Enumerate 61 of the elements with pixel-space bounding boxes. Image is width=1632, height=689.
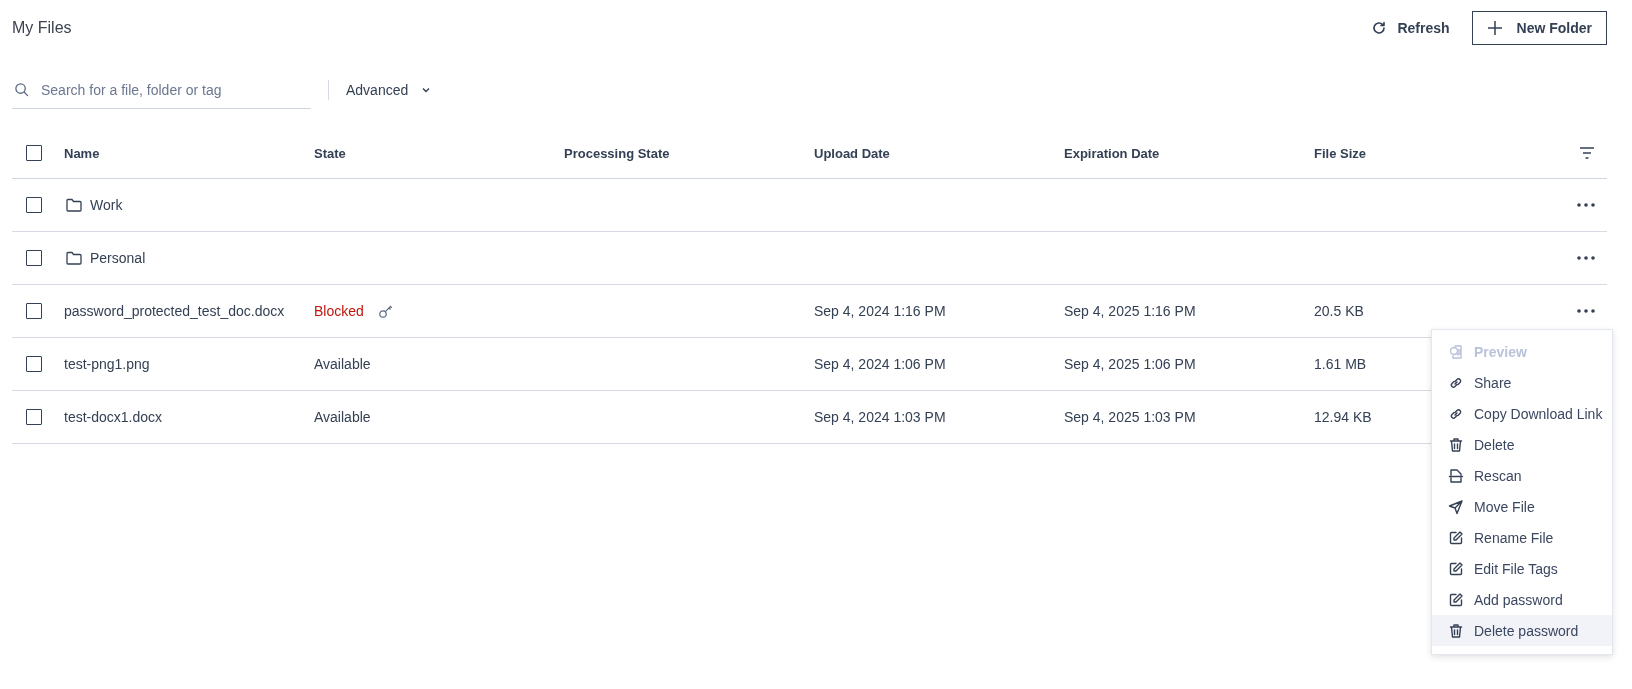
edit-icon: [1448, 529, 1464, 546]
file-name: test-png1.png: [64, 356, 150, 372]
new-folder-button[interactable]: New Folder: [1471, 10, 1607, 45]
file-name: test-docx1.docx: [64, 409, 163, 425]
column-header: Expiration Date: [1064, 145, 1160, 161]
edit-icon: [1448, 591, 1464, 608]
file-size: 1.61 MB: [1314, 356, 1367, 372]
search-field[interactable]: Search for a file, folder or tag: [12, 71, 311, 109]
expiration-date: Sep 4, 2025 1:03 PM: [1064, 409, 1196, 425]
expiration-date: Sep 4, 2025 1:16 PM: [1064, 303, 1196, 319]
trash-icon: [1448, 622, 1464, 639]
edit-icon: [1448, 560, 1464, 577]
row-checkbox[interactable]: [26, 356, 42, 372]
upload-date: Sep 4, 2024 1:06 PM: [814, 356, 946, 372]
file-name[interactable]: Work: [90, 197, 123, 213]
menu-item[interactable]: Rename File: [1432, 522, 1612, 553]
menu-item[interactable]: Copy Download Link: [1432, 398, 1612, 429]
column-header: File Size: [1314, 145, 1367, 161]
state-text: Blocked: [314, 303, 364, 319]
column-header: Name: [64, 145, 100, 161]
menu-item[interactable]: Delete password: [1432, 615, 1612, 646]
menu-item[interactable]: Add password: [1432, 584, 1612, 615]
row-checkbox[interactable]: [26, 250, 42, 266]
file-size: 20.5 KB: [1314, 303, 1364, 319]
scanner-icon: [1448, 467, 1464, 484]
menu-item[interactable]: Delete: [1432, 429, 1612, 460]
state-text: Available: [314, 409, 371, 425]
file-name: password_protected_test_doc.docx: [64, 303, 285, 319]
upload-date: Sep 4, 2024 1:16 PM: [814, 303, 946, 319]
more-options-icon[interactable]: [1577, 309, 1595, 313]
more-options-icon[interactable]: [1577, 203, 1595, 207]
search-icon: [14, 82, 29, 97]
row-checkbox[interactable]: [26, 197, 42, 213]
expiration-date: Sep 4, 2025 1:06 PM: [1064, 356, 1196, 372]
row-checkbox[interactable]: [26, 409, 42, 425]
file-size: 12.94 KB: [1314, 409, 1372, 425]
advanced-dropdown[interactable]: Advanced: [346, 82, 433, 98]
column-header: Processing State: [564, 145, 670, 161]
select-all-checkbox[interactable]: [26, 145, 42, 161]
menu-item[interactable]: Edit File Tags: [1432, 553, 1612, 584]
file-name[interactable]: Personal: [90, 250, 146, 266]
column-header: Upload Date: [814, 145, 890, 161]
more-options-icon[interactable]: [1577, 256, 1595, 260]
refresh-button[interactable]: Refresh: [1371, 13, 1450, 42]
key-icon: [377, 303, 394, 319]
row-checkbox[interactable]: [26, 303, 42, 319]
filter-icon[interactable]: [1579, 147, 1595, 159]
menu-item[interactable]: Rescan: [1432, 460, 1612, 491]
plus-icon: [1486, 19, 1503, 36]
folder-icon: [66, 198, 82, 212]
menu-item[interactable]: Share: [1432, 367, 1612, 398]
paper-plane-icon: [1448, 498, 1464, 515]
column-header: State: [314, 145, 346, 161]
page-title: My Files: [12, 18, 72, 37]
state-text: Available: [314, 356, 371, 372]
refresh-icon: [1371, 19, 1388, 36]
trash-icon: [1448, 436, 1464, 453]
menu-item[interactable]: Move File: [1432, 491, 1612, 522]
upload-date: Sep 4, 2024 1:03 PM: [814, 409, 946, 425]
document-search-icon: [1448, 343, 1464, 360]
folder-icon: [66, 251, 82, 265]
